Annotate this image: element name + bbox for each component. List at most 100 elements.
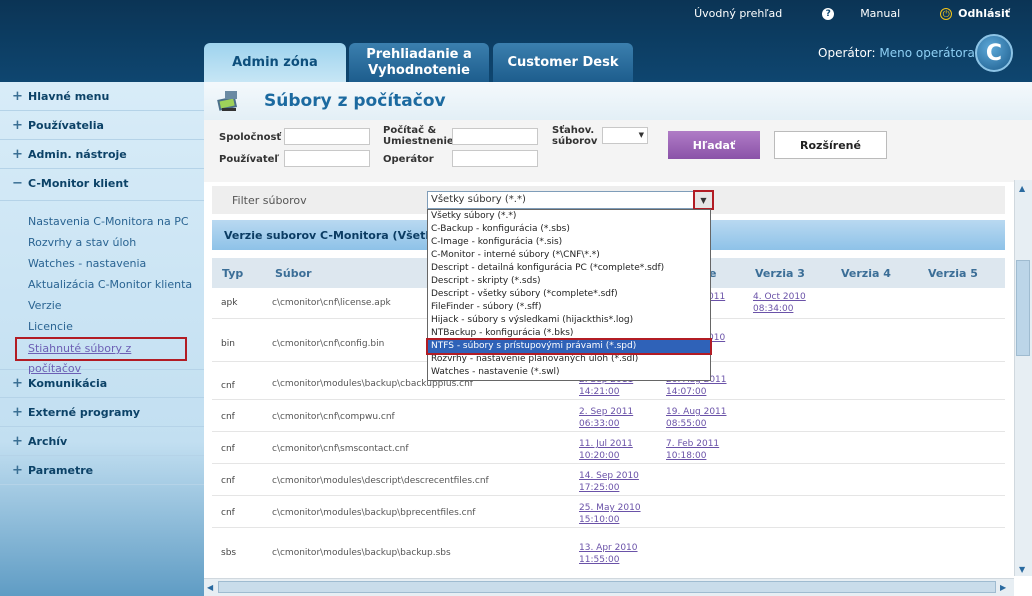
row-file[interactable]: c\cmonitor\cnf\smscontact.cnf — [272, 444, 409, 454]
table-row: cnf c\cmonitor\modules\descript\descrece… — [212, 464, 1005, 496]
col-type[interactable]: Typ — [222, 267, 243, 280]
col-version-4[interactable]: Verzia 4 — [841, 267, 891, 280]
version-date[interactable]: 25. May 2010 — [579, 502, 641, 514]
version-time[interactable]: 08:55:00 — [666, 418, 706, 430]
overview-label[interactable]: Úvodný prehľad — [694, 7, 782, 20]
logout-link[interactable]: ⏻ Odhlásiť — [920, 7, 1010, 20]
operator-input[interactable] — [452, 150, 538, 167]
tab-customer-desk[interactable]: Customer Desk — [493, 43, 633, 82]
sidebar-subitem-downloaded-files[interactable]: Stiahnuté súbory z počítačov — [15, 337, 187, 375]
file-filter-dropdown[interactable]: Všetky súbory (*.*) C-Backup - konfigurá… — [426, 209, 712, 381]
manual-label[interactable]: Manual — [860, 7, 900, 20]
col-version-3[interactable]: Verzia 3 — [755, 267, 805, 280]
plus-icon: + — [12, 404, 23, 420]
sidebar-subitem-versions[interactable]: Verzie — [0, 295, 204, 316]
dropdown-option[interactable]: C-Monitor - interné súbory (*\CNF\*.*) — [428, 249, 710, 262]
row-file[interactable]: c\cmonitor\modules\backup\backup.sbs — [272, 548, 451, 558]
advanced-button[interactable]: Rozšírené — [774, 131, 887, 159]
row-type: bin — [221, 339, 235, 349]
search-button[interactable]: Hľadať — [668, 131, 760, 159]
version-time[interactable]: 11:55:00 — [579, 554, 619, 566]
vertical-scrollbar[interactable] — [1014, 180, 1032, 576]
plus-icon: + — [12, 433, 23, 449]
dropdown-option[interactable]: C-Backup - konfigurácia (*.sbs) — [428, 223, 710, 236]
logout-label[interactable]: Odhlásiť — [958, 7, 1010, 20]
sidebar-item-label: Externé programy — [28, 405, 141, 419]
overview-link[interactable]: Úvodný prehľad — [674, 7, 782, 20]
dropdown-option[interactable]: Watches - nastavenie (*.swl) — [428, 366, 710, 379]
sidebar-subitem-watches[interactable]: Watches - nastavenia — [0, 253, 204, 274]
scroll-right-icon[interactable]: ▶ — [1000, 583, 1006, 592]
sidebar-item-users[interactable]: + Používatelia — [0, 111, 204, 140]
download-label: Sťahov. súborov — [552, 125, 598, 147]
sidebar-subitem-cmonitor-settings[interactable]: Nastavenia C-Monitora na PC — [0, 211, 204, 232]
logo-letter: C — [985, 40, 1003, 66]
version-time[interactable]: 10:20:00 — [579, 450, 619, 462]
chevron-down-icon[interactable]: ▼ — [693, 190, 714, 210]
version-date[interactable]: 2. Sep 2011 — [579, 406, 633, 418]
sidebar-item-label: Hlavné menu — [28, 89, 110, 103]
row-file[interactable]: c\cmonitor\modules\backup\bprecentfiles.… — [272, 508, 475, 518]
dropdown-option[interactable]: C-Image - konfigurácia (*.sis) — [428, 236, 710, 249]
chevron-down-icon: ▼ — [638, 131, 644, 139]
sidebar-item-label: Komunikácia — [28, 377, 108, 390]
col-version-5[interactable]: Verzia 5 — [928, 267, 978, 280]
sidebar-item-external-programs[interactable]: + Externé programy — [0, 398, 204, 427]
row-file[interactable]: c\cmonitor\cnf\license.apk — [272, 298, 391, 308]
scroll-left-icon[interactable]: ◀ — [207, 583, 213, 592]
col-file[interactable]: Súbor — [275, 267, 312, 280]
dropdown-option[interactable]: Descript - skripty (*.sds) — [428, 275, 710, 288]
sidebar-subitem-schedules[interactable]: Rozvrhy a stav úloh — [0, 232, 204, 253]
version-time[interactable]: 14:07:00 — [666, 386, 706, 398]
row-file[interactable]: c\cmonitor\cnf\config.bin — [272, 339, 384, 349]
dropdown-option[interactable]: FileFinder - súbory (*.sff) — [428, 301, 710, 314]
computer-input[interactable] — [452, 128, 538, 145]
version-time[interactable]: 06:33:00 — [579, 418, 619, 430]
dropdown-option-highlighted[interactable]: NTFS - súbory s prístupovými právami (*.… — [426, 338, 712, 355]
version-date[interactable]: 19. Aug 2011 — [666, 406, 727, 418]
computer-files-icon — [217, 91, 238, 111]
version-date[interactable]: 4. Oct 2010 — [753, 291, 806, 303]
sidebar-item-admin-tools[interactable]: + Admin. nástroje — [0, 140, 204, 169]
dropdown-option[interactable]: Descript - detailná konfigurácia PC (*co… — [428, 262, 710, 275]
dropdown-option[interactable]: Hijack - súbory s výsledkami (hijackthis… — [428, 314, 710, 327]
table-row: sbs c\cmonitor\modules\backup\backup.sbs… — [212, 528, 1005, 572]
vertical-scroll-thumb[interactable] — [1016, 260, 1030, 356]
dropdown-option[interactable]: Descript - všetky súbory (*complete*.sdf… — [428, 288, 710, 301]
version-time[interactable]: 15:10:00 — [579, 514, 619, 526]
tab-browse-evaluate[interactable]: Prehliadanie a Vyhodnotenie — [349, 43, 489, 82]
operator-name[interactable]: Meno operátora — [879, 46, 974, 60]
download-select[interactable]: ▼ — [602, 127, 648, 144]
version-time[interactable]: 17:25:00 — [579, 482, 619, 494]
row-file[interactable]: c\cmonitor\modules\descript\descrecentfi… — [272, 476, 489, 486]
plus-icon: + — [12, 462, 23, 478]
horizontal-scroll-thumb[interactable] — [218, 581, 996, 593]
table-row: cnf c\cmonitor\cnf\compwu.cnf 2. Sep 201… — [212, 400, 1005, 432]
dropdown-option[interactable]: Všetky súbory (*.*) — [428, 210, 710, 223]
version-date[interactable]: 7. Feb 2011 — [666, 438, 719, 450]
app-logo: C — [975, 34, 1013, 72]
version-date[interactable]: 13. Apr 2010 — [579, 542, 638, 554]
user-input[interactable] — [284, 150, 370, 167]
row-file[interactable]: c\cmonitor\cnf\compwu.cnf — [272, 412, 395, 422]
manual-link[interactable]: ? Manual — [802, 7, 900, 20]
company-input[interactable] — [284, 128, 370, 145]
version-time[interactable]: 08:34:00 — [753, 303, 793, 315]
sidebar-subitem-licenses[interactable]: Licencie — [0, 316, 204, 337]
file-filter-select[interactable]: Všetky súbory (*.*) — [427, 191, 713, 209]
version-time[interactable]: 10:18:00 — [666, 450, 706, 462]
dropdown-option[interactable]: Rozvrhy - nastavenie plánovaných úloh (*… — [428, 353, 710, 366]
sidebar-item-parameters[interactable]: + Parametre — [0, 456, 204, 485]
version-date[interactable]: 14. Sep 2010 — [579, 470, 639, 482]
scroll-down-icon[interactable]: ▼ — [1019, 565, 1025, 574]
sidebar-item-main-menu[interactable]: + Hlavné menu — [0, 82, 204, 111]
sidebar-item-cmonitor-client[interactable]: − C-Monitor klient — [0, 169, 204, 198]
scroll-up-icon[interactable]: ▲ — [1019, 184, 1025, 193]
row-type: sbs — [221, 548, 237, 558]
dropdown-option[interactable]: NTBackup - konfigurácia (*.bks) — [428, 327, 710, 340]
version-date[interactable]: 11. Jul 2011 — [579, 438, 633, 450]
sidebar-item-archive[interactable]: + Archív — [0, 427, 204, 456]
sidebar-subitem-update-client[interactable]: Aktualizácia C-Monitor klienta — [0, 274, 204, 295]
tab-admin-zone[interactable]: Admin zóna — [204, 43, 346, 82]
version-time[interactable]: 14:21:00 — [579, 386, 619, 398]
